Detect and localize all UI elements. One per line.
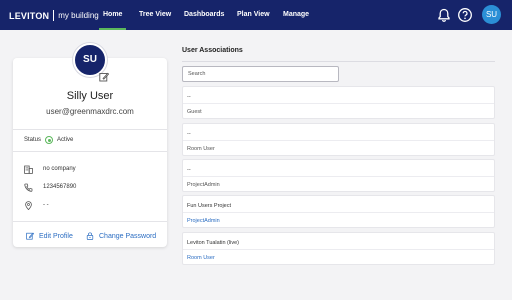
company-icon (24, 165, 33, 174)
status-active-icon (45, 136, 53, 144)
edit-profile-label: Edit Profile (39, 232, 73, 240)
association-role-link[interactable]: ProjectAdmin (187, 218, 220, 224)
nav-manage[interactable]: Manage (283, 0, 309, 30)
association-item[interactable]: Leviton Tualatin (live) Room User (182, 232, 495, 265)
divider (13, 221, 167, 222)
location-pin-icon (25, 201, 32, 210)
logo-brand: LEVITON (9, 10, 50, 21)
user-avatar-menu[interactable]: SU (482, 5, 501, 24)
associations-search-input[interactable] (182, 66, 339, 82)
lock-icon (86, 232, 94, 240)
association-name: -- (187, 131, 191, 137)
nav-plan-view[interactable]: Plan View (237, 0, 270, 30)
nav-dashboards[interactable]: Dashboards (184, 0, 224, 30)
change-password-link[interactable]: Change Password (86, 232, 156, 240)
association-role: Room User (187, 146, 215, 152)
association-name: -- (187, 167, 191, 173)
edit-avatar-icon[interactable] (99, 72, 109, 82)
nav-home[interactable]: Home (98, 0, 128, 30)
leviton-logo[interactable]: LEVITON my building (9, 9, 99, 22)
bell-icon[interactable] (436, 7, 452, 23)
divider (13, 129, 167, 130)
divider (183, 103, 494, 104)
help-icon[interactable] (457, 7, 473, 23)
association-name: Leviton Tualatin (live) (187, 240, 239, 246)
association-item[interactable]: -- Room User (182, 123, 495, 156)
location-text: - - (43, 202, 49, 208)
status-value: Active (57, 137, 74, 143)
user-name: Silly User (66, 90, 114, 102)
association-item[interactable]: -- Guest (182, 86, 495, 119)
divider (183, 212, 494, 213)
logo-divider (53, 10, 55, 21)
edit-icon (26, 232, 34, 240)
logo-product: my building (58, 11, 99, 20)
divider (13, 151, 167, 152)
top-navbar: LEVITON my building Home Tree View Dashb… (0, 0, 512, 30)
divider (182, 61, 495, 62)
association-item[interactable]: -- ProjectAdmin (182, 159, 495, 192)
divider (183, 249, 494, 250)
edit-profile-link[interactable]: Edit Profile (26, 232, 73, 240)
nav-tree-view[interactable]: Tree View (139, 0, 171, 30)
change-password-label: Change Password (99, 232, 157, 240)
divider (183, 176, 494, 177)
user-email: user@greenmaxdrc.com (46, 107, 134, 116)
association-item[interactable]: Fun Users Project ProjectAdmin (182, 195, 495, 228)
profile-card (13, 58, 167, 247)
association-role: Guest (187, 109, 202, 115)
company-text: no company (43, 166, 76, 172)
association-role: ProjectAdmin (187, 182, 220, 188)
status-label: Status (24, 137, 42, 143)
phone-text: 1234567890 (43, 184, 77, 190)
association-name: -- (187, 94, 191, 100)
divider (183, 140, 494, 141)
association-role-link[interactable]: Room User (187, 255, 215, 261)
association-name: Fun Users Project (187, 203, 232, 209)
associations-title: User Associations (182, 47, 243, 54)
phone-icon (24, 183, 33, 192)
